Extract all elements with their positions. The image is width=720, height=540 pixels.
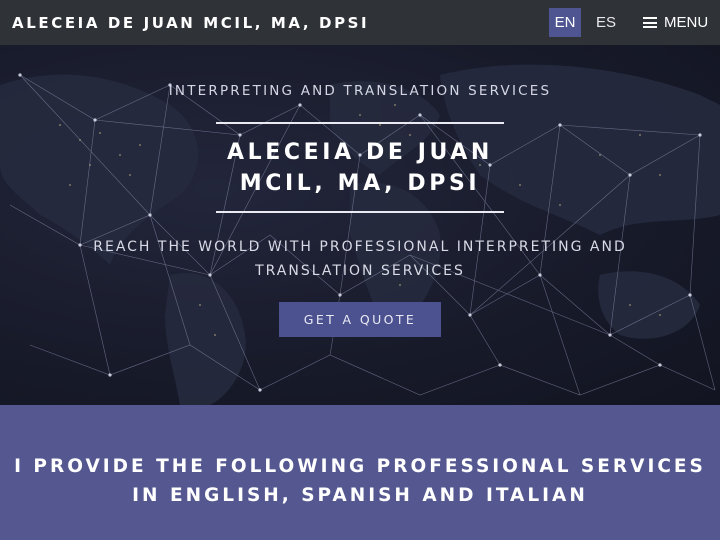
services-heading-line-1: I PROVIDE THE FOLLOWING PROFESSIONAL SER…: [14, 456, 706, 477]
hero-title-line-2: MCIL, MA, DPSI: [239, 171, 481, 196]
menu-label: MENU: [664, 14, 709, 31]
hero-eyebrow: INTERPRETING AND TRANSLATION SERVICES: [168, 83, 552, 99]
hero-tagline-line-1: REACH THE WORLD WITH PROFESSIONAL INTERP…: [93, 239, 627, 255]
services-section: I PROVIDE THE FOLLOWING PROFESSIONAL SER…: [0, 405, 720, 540]
site-brand[interactable]: ALECEIA DE JUAN MCIL, MA, DPSI: [12, 14, 369, 32]
hero-divider-bottom: [216, 211, 504, 213]
hamburger-icon: [643, 17, 657, 28]
hero-tagline-line-2: TRANSLATION SERVICES: [255, 263, 465, 279]
hero-section: INTERPRETING AND TRANSLATION SERVICES AL…: [0, 45, 720, 405]
hero-divider-top: [216, 122, 504, 124]
menu-button[interactable]: MENU: [643, 8, 708, 37]
language-en-button[interactable]: EN: [549, 8, 581, 37]
services-heading: I PROVIDE THE FOLLOWING PROFESSIONAL SER…: [0, 452, 720, 510]
hero-tagline: REACH THE WORLD WITH PROFESSIONAL INTERP…: [60, 235, 660, 283]
get-a-quote-button[interactable]: GET A QUOTE: [279, 302, 441, 337]
hero-title-line-1: ALECEIA DE JUAN: [227, 140, 493, 165]
services-heading-line-2: IN ENGLISH, SPANISH AND ITALIAN: [132, 485, 588, 506]
language-es-button[interactable]: ES: [590, 8, 622, 37]
hero-content: INTERPRETING AND TRANSLATION SERVICES AL…: [0, 45, 720, 405]
hero-title: ALECEIA DE JUAN MCIL, MA, DPSI: [0, 137, 720, 199]
site-header: ALECEIA DE JUAN MCIL, MA, DPSI EN ES MEN…: [0, 0, 720, 45]
